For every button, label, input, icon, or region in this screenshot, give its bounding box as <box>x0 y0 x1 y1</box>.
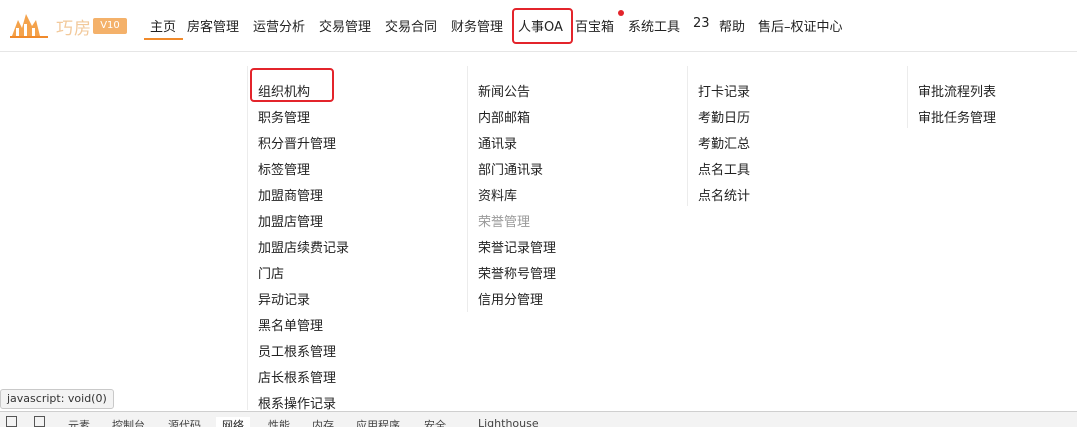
device-toolbar-icon[interactable] <box>34 416 45 427</box>
devtools-tab-sources[interactable]: 源代码 <box>168 417 201 427</box>
menu-attendance-summary[interactable]: 考勤汇总 <box>698 133 750 152</box>
brand-name: 巧房 <box>56 19 92 39</box>
top-header: 巧房 V10 主页 房客管理 运营分析 交易管理 交易合同 财务管理 人事OA … <box>0 0 1077 52</box>
menu-roll-call-tool[interactable]: 点名工具 <box>698 159 750 178</box>
menu-franchise-renewal[interactable]: 加盟店续费记录 <box>258 237 349 256</box>
menu-blacklist[interactable]: 黑名单管理 <box>258 315 323 334</box>
nav-after-sales[interactable]: 售后–权证中心 <box>758 16 843 35</box>
menu-dept-contacts[interactable]: 部门通讯录 <box>478 159 543 178</box>
menu-change-records[interactable]: 异动记录 <box>258 289 310 308</box>
devtools-tab-memory[interactable]: 内存 <box>312 417 334 427</box>
active-nav-indicator <box>144 38 183 40</box>
menu-position-mgmt[interactable]: 职务管理 <box>258 107 310 126</box>
column-divider <box>247 66 248 410</box>
column-divider <box>687 66 688 206</box>
nav-customers[interactable]: 房客管理 <box>187 16 239 35</box>
nav-operations[interactable]: 运营分析 <box>253 16 305 35</box>
version-badge: V10 <box>93 18 127 34</box>
notification-dot <box>618 10 624 16</box>
devtools-tab-performance[interactable]: 性能 <box>268 417 290 427</box>
menu-clock-records[interactable]: 打卡记录 <box>698 81 750 100</box>
menu-franchise-store-mgmt[interactable]: 加盟店管理 <box>258 211 323 230</box>
menu-honor-records[interactable]: 荣誉记录管理 <box>478 237 556 256</box>
menu-internal-mail[interactable]: 内部邮箱 <box>478 107 530 126</box>
inspect-element-icon[interactable] <box>6 416 17 427</box>
column-divider <box>907 66 908 128</box>
menu-contacts[interactable]: 通讯录 <box>478 133 517 152</box>
devtools-tab-console[interactable]: 控制台 <box>112 417 145 427</box>
nav-contracts[interactable]: 交易合同 <box>385 16 437 35</box>
menu-roll-call-stats[interactable]: 点名统计 <box>698 185 750 204</box>
status-url-tooltip: javascript: void(0) <box>0 389 114 409</box>
menu-honor-titles[interactable]: 荣誉称号管理 <box>478 263 556 282</box>
menu-honor-mgmt: 荣誉管理 <box>478 215 531 230</box>
nav-help[interactable]: 帮助 <box>719 16 745 35</box>
nav-toolbox[interactable]: 百宝箱 <box>575 16 614 35</box>
menu-franchisee-mgmt[interactable]: 加盟商管理 <box>258 185 323 204</box>
devtools-tab-elements[interactable]: 元素 <box>68 417 90 427</box>
menu-lineage-log[interactable]: 根系操作记录 <box>258 393 336 412</box>
nav-finance[interactable]: 财务管理 <box>451 16 503 35</box>
menu-stores[interactable]: 门店 <box>258 263 284 282</box>
menu-library[interactable]: 资料库 <box>478 185 517 204</box>
column-divider <box>467 66 468 312</box>
highlight-box-hr-oa <box>512 8 573 44</box>
menu-tag-mgmt[interactable]: 标签管理 <box>258 159 310 178</box>
menu-points-promotion[interactable]: 积分晋升管理 <box>258 133 336 152</box>
menu-employee-lineage[interactable]: 员工根系管理 <box>258 341 336 360</box>
nav-transactions[interactable]: 交易管理 <box>319 16 371 35</box>
menu-approval-tasks[interactable]: 审批任务管理 <box>918 107 996 126</box>
nav-system-tools[interactable]: 系统工具 <box>628 16 680 35</box>
devtools-tab-network[interactable]: 网络 <box>216 417 250 427</box>
menu-attendance-calendar[interactable]: 考勤日历 <box>698 107 750 126</box>
menu-approval-flows[interactable]: 审批流程列表 <box>918 81 996 100</box>
menu-credit-score[interactable]: 信用分管理 <box>478 289 543 308</box>
menu-news[interactable]: 新闻公告 <box>478 81 530 100</box>
devtools-tab-security[interactable]: 安全 <box>424 417 446 427</box>
devtools-tab-lighthouse[interactable]: Lighthouse <box>478 417 539 427</box>
brand-logo-icon <box>10 14 48 38</box>
devtools-tab-bar: 元素 控制台 源代码 网络 性能 内存 应用程序 安全 Lighthouse <box>0 411 1077 427</box>
nav-home[interactable]: 主页 <box>150 16 176 35</box>
menu-manager-lineage[interactable]: 店长根系管理 <box>258 367 336 386</box>
devtools-tab-application[interactable]: 应用程序 <box>356 417 400 427</box>
nav-23[interactable]: 23 <box>693 16 710 31</box>
highlight-box-org-structure <box>250 68 334 102</box>
